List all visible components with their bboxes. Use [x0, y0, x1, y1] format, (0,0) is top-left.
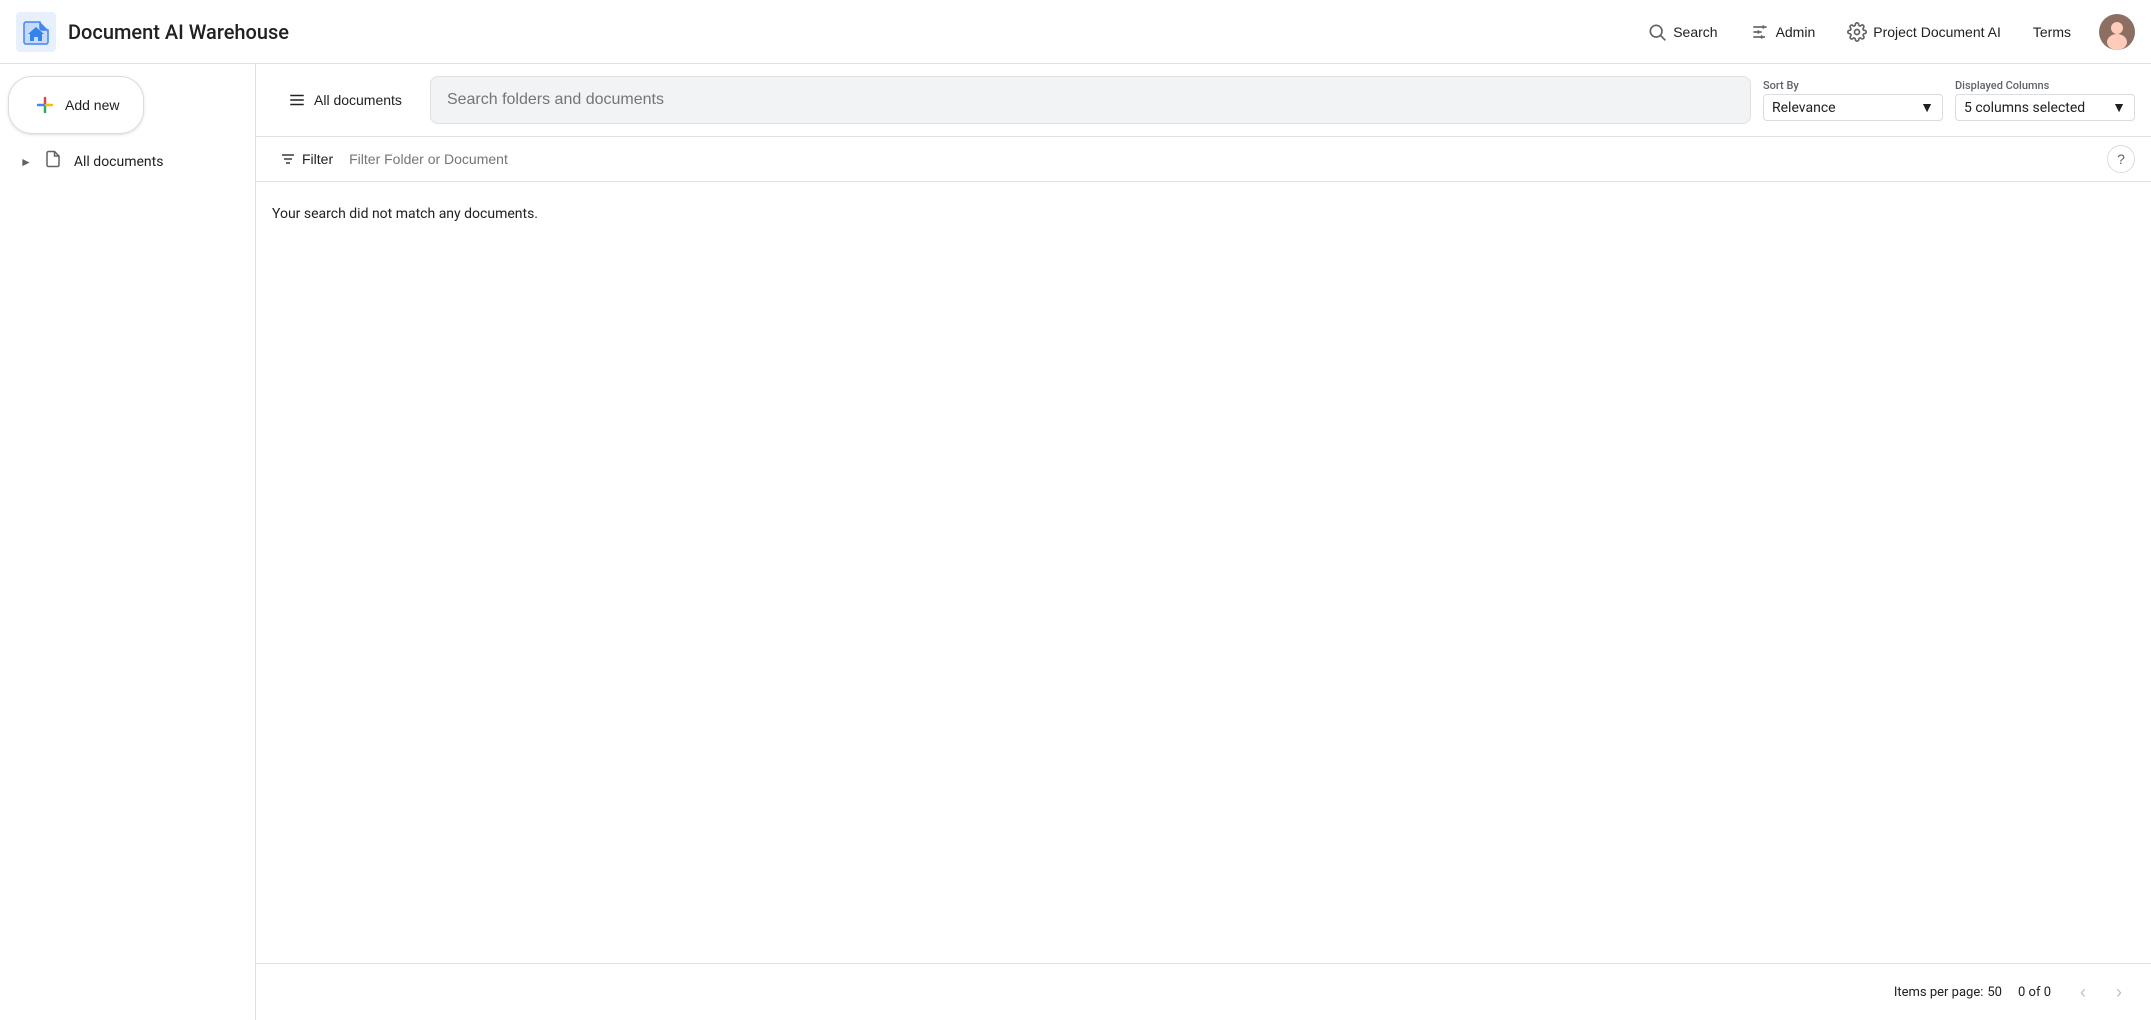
- add-new-icon: [33, 93, 57, 117]
- chevron-left-icon: ‹: [2080, 982, 2086, 1003]
- add-new-button[interactable]: Add new: [8, 76, 144, 134]
- pagination-nav: ‹ ›: [2067, 976, 2135, 1008]
- search-nav-label: Search: [1673, 24, 1717, 40]
- pagination-info: Items per page: 50: [1894, 985, 2002, 1000]
- main-content: All documents Sort By Relevance ▼ Displa…: [256, 64, 2151, 1020]
- list-icon: [288, 91, 306, 109]
- sort-by-select[interactable]: Relevance ▼: [1763, 94, 1943, 121]
- filter-input[interactable]: [349, 151, 2099, 167]
- sidebar-item-label: All documents: [74, 154, 164, 170]
- project-nav-label: Project Document AI: [1873, 24, 2001, 40]
- avatar-image: [2099, 14, 2135, 50]
- all-documents-label: All documents: [314, 92, 402, 108]
- admin-nav-button[interactable]: Admin: [1738, 14, 1828, 50]
- displayed-columns-chevron-icon: ▼: [2112, 99, 2126, 116]
- all-documents-button[interactable]: All documents: [272, 76, 418, 124]
- help-button[interactable]: ?: [2107, 145, 2135, 173]
- sort-by-label: Sort By: [1763, 79, 1943, 92]
- search-nav-button[interactable]: Search: [1635, 14, 1729, 50]
- pagination-count: 0 of 0: [2018, 985, 2051, 1000]
- displayed-columns-select[interactable]: 5 columns selected ▼: [1955, 94, 2135, 121]
- displayed-columns-label: Displayed Columns: [1955, 79, 2135, 92]
- filter-bar: Filter ?: [256, 137, 2151, 182]
- terms-nav-label: Terms: [2033, 24, 2071, 40]
- header-nav: Search Admin Project Document AI T: [1635, 14, 2135, 50]
- search-icon: [1647, 22, 1667, 42]
- terms-nav-button[interactable]: Terms: [2021, 16, 2083, 48]
- admin-icon: [1750, 22, 1770, 42]
- app-logo-icon: [16, 12, 56, 52]
- filter-label: Filter: [302, 151, 333, 167]
- add-new-label: Add new: [65, 97, 119, 113]
- document-icon: [44, 150, 62, 173]
- sidebar-item-all-documents[interactable]: ► All documents: [8, 142, 247, 181]
- chevron-right-icon: ►: [20, 155, 32, 169]
- help-icon: ?: [2117, 151, 2125, 167]
- displayed-columns-value: 5 columns selected: [1964, 100, 2085, 116]
- sort-by-value: Relevance: [1772, 100, 1836, 116]
- next-page-button[interactable]: ›: [2103, 976, 2135, 1008]
- items-per-page-value: 50: [1987, 985, 2002, 1000]
- filter-icon: [280, 151, 296, 167]
- app-header: Document AI Warehouse Search Admin: [0, 0, 2151, 64]
- search-input[interactable]: [430, 76, 1751, 124]
- app-body: Add new ► All documents All doc: [0, 64, 2151, 1020]
- header-logo: Document AI Warehouse: [16, 12, 289, 52]
- items-per-page-label: Items per page:: [1894, 985, 1984, 1000]
- toolbar: All documents Sort By Relevance ▼ Displa…: [256, 64, 2151, 137]
- sort-by-chevron-icon: ▼: [1920, 99, 1934, 116]
- chevron-right-icon: ›: [2116, 982, 2122, 1003]
- project-nav-button[interactable]: Project Document AI: [1835, 14, 2013, 50]
- displayed-columns-group: Displayed Columns 5 columns selected ▼: [1955, 79, 2135, 121]
- gear-icon: [1847, 22, 1867, 42]
- sidebar: Add new ► All documents: [0, 64, 256, 1020]
- filter-button[interactable]: Filter: [272, 147, 341, 171]
- admin-nav-label: Admin: [1776, 24, 1816, 40]
- sort-by-group: Sort By Relevance ▼: [1763, 79, 1943, 121]
- prev-page-button[interactable]: ‹: [2067, 976, 2099, 1008]
- user-avatar[interactable]: [2099, 14, 2135, 50]
- content-area: Your search did not match any documents.: [256, 182, 2151, 963]
- footer: Items per page: 50 0 of 0 ‹ ›: [256, 963, 2151, 1020]
- app-title: Document AI Warehouse: [68, 20, 289, 44]
- empty-message: Your search did not match any documents.: [272, 198, 2135, 230]
